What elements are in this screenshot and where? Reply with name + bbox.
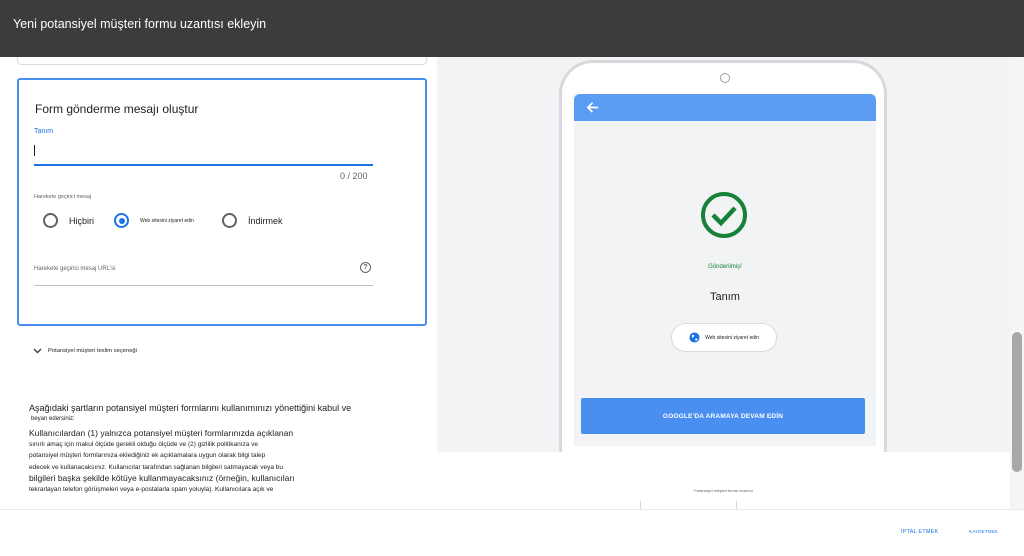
description-label: Tanım: [34, 128, 54, 135]
terms-subheading: beyan edersiniz:: [31, 416, 75, 422]
radio-visit-website[interactable]: [114, 211, 133, 230]
cta-url-input[interactable]: [34, 285, 373, 286]
radio-circle: [222, 213, 237, 228]
terms-section: Aşağıdaki şartların potansiyel müşteri f…: [29, 403, 414, 495]
check-circle-icon: [701, 192, 747, 238]
radio-download-label: İndirmek: [248, 216, 283, 226]
back-arrow-icon: [586, 102, 599, 113]
delivery-options-label: Potansiyel müşteri teslim seçeneği: [48, 348, 137, 354]
radio-circle: [43, 213, 58, 228]
status-divider: [640, 501, 641, 509]
radio-download[interactable]: [222, 211, 241, 230]
delivery-options-toggle[interactable]: Potansiyel müşteri teslim seçeneği: [33, 347, 137, 355]
terms-line: potansiyel müşteri formlarınıza eklediği…: [29, 452, 266, 460]
cancel-button[interactable]: İPTAL ETMEK: [901, 529, 938, 535]
dialog-title: Yeni potansiyel müşteri formu uzantısı e…: [13, 17, 267, 31]
submitted-label: Gönderilmiş!: [708, 264, 742, 270]
character-counter: 0 / 200: [340, 171, 368, 181]
radio-visit-website-label: Web sitesini ziyaret edin: [140, 218, 194, 224]
preview-appbar: [574, 94, 876, 121]
cta-url-label: Harekete geçirici mesaj URL'si: [34, 266, 116, 272]
status-panel: [437, 452, 1010, 509]
terms-line: Kullanıcılardan (1) yalnızca potansiyel …: [29, 428, 294, 438]
terms-line: sınırlı amaç için makul ölçüde gerekli o…: [29, 441, 259, 449]
description-input[interactable]: [34, 164, 373, 166]
terms-line: bilgileri başka şekilde kötüye kullanmay…: [29, 472, 295, 483]
terms-body: Kullanıcılardan (1) yalnızca potansiyel …: [29, 428, 414, 495]
card-title: Form gönderme mesajı oluştur: [35, 102, 199, 116]
form-message-card: Form gönderme mesajı oluştur Tanım 0 / 2…: [17, 78, 427, 326]
radio-circle-selected: [114, 213, 129, 228]
terms-line: tekrarlayan telefon görüşmeleri veya e-p…: [29, 486, 274, 494]
dialog-footer: İPTAL ETMEK KAYDETMEK: [0, 509, 1024, 556]
previous-card: [17, 57, 427, 65]
google-continue-button[interactable]: GOOGLE'DA ARAMAYA DEVAM EDİN: [581, 398, 865, 434]
terms-line: edecek ve kullanacaksınız. Kullanıcılar …: [29, 463, 284, 471]
preview-description: Tanım: [710, 291, 740, 303]
scrollbar[interactable]: [1010, 57, 1024, 509]
cta-group-label: Harekete geçirici mesaj: [34, 194, 92, 200]
preview-visit-website-label: Web sitesini ziyaret edin: [705, 334, 759, 341]
scrollbar-thumb[interactable]: [1012, 332, 1022, 472]
radio-none-label: Hiçbiri: [69, 216, 95, 226]
dialog-titlebar: Yeni potansiyel müşteri formu uzantısı e…: [0, 0, 1024, 57]
preview-panel: Gönderilmiş! Tanım Web sitesini ziyaret …: [437, 57, 1010, 509]
preview-visit-website-button[interactable]: Web sitesini ziyaret edin: [671, 323, 777, 352]
terms-heading: Aşağıdaki şartların potansiyel müşteri f…: [29, 403, 352, 413]
form-status-label: Potansiyel müşteri formu durumu: [694, 488, 753, 493]
phone-screen: Gönderilmiş! Tanım Web sitesini ziyaret …: [574, 94, 876, 446]
form-panel: Form gönderme mesajı oluştur Tanım 0 / 2…: [0, 57, 437, 509]
help-icon[interactable]: ?: [360, 262, 371, 273]
globe-icon: [689, 332, 700, 343]
chevron-down-icon: [33, 347, 42, 355]
save-button[interactable]: KAYDETMEK: [969, 529, 998, 534]
radio-none[interactable]: [43, 211, 62, 230]
status-divider: [736, 501, 737, 509]
camera-icon: [720, 73, 730, 83]
text-cursor: [34, 145, 35, 156]
